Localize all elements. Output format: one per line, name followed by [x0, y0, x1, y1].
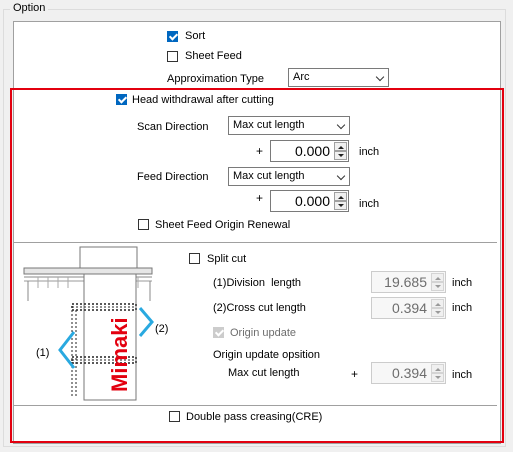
max-cut-unit-label: inch: [452, 369, 473, 381]
division-length-label: (1)Division length: [213, 277, 302, 289]
split-cut-label: Split cut: [207, 253, 247, 265]
scan-plus-sign: +: [256, 144, 264, 158]
spin-up-icon[interactable]: [431, 364, 444, 373]
max-cut-plus-sign: +: [351, 367, 359, 381]
feed-offset-spinbox[interactable]: 0.000: [270, 190, 349, 212]
max-cut-length-value: 0.394: [391, 365, 427, 381]
max-cut-length-label: Max cut length: [228, 367, 300, 379]
spin-down-icon[interactable]: [431, 373, 444, 382]
chevron-down-icon: [375, 72, 385, 82]
scan-unit-label: inch: [359, 146, 380, 158]
double-pass-creasing-checkbox[interactable]: [169, 411, 180, 422]
cross-cut-unit-label: inch: [452, 302, 473, 314]
diagram-label-2: (2): [155, 323, 168, 335]
feed-direction-label: Feed Direction: [137, 171, 209, 183]
scan-direction-mode: Max cut length: [233, 119, 305, 131]
approximation-type-label: Approximation Type: [167, 73, 265, 85]
feed-unit-label: inch: [359, 198, 380, 210]
division-length-value: 19.685: [384, 274, 427, 290]
division-unit-label: inch: [452, 277, 473, 289]
brand-logo: Mimaki: [107, 317, 132, 392]
section-divider-highlight: [14, 243, 497, 244]
scan-offset-spinbox[interactable]: 0.000: [270, 140, 349, 162]
chevron-down-icon: [336, 171, 346, 181]
spin-up-icon[interactable]: [334, 142, 347, 151]
max-cut-length-spinbox[interactable]: 0.394: [371, 362, 446, 384]
scan-direction-dropdown[interactable]: Max cut length: [228, 116, 350, 135]
chevron-down-icon: [336, 120, 346, 130]
spin-up-icon[interactable]: [431, 273, 444, 282]
spin-down-icon[interactable]: [431, 308, 444, 317]
origin-update-checkbox[interactable]: [213, 327, 224, 338]
sort-label: Sort: [185, 30, 206, 42]
sheet-feed-checkbox[interactable]: [167, 51, 178, 62]
split-cut-checkbox[interactable]: [189, 253, 200, 264]
feed-direction-dropdown[interactable]: Max cut length: [228, 167, 350, 186]
cross-cut-length-label: (2)Cross cut length: [213, 302, 306, 314]
spin-down-icon[interactable]: [431, 282, 444, 291]
origin-update-label: Origin update: [230, 327, 297, 339]
feed-direction-mode: Max cut length: [233, 170, 305, 182]
section-divider-highlight: [14, 406, 497, 407]
scan-direction-label: Scan Direction: [137, 121, 209, 133]
spin-up-icon[interactable]: [334, 192, 347, 201]
spin-up-icon[interactable]: [431, 299, 444, 308]
origin-update-position-label: Origin update opsition: [213, 349, 321, 361]
approximation-type-value: Arc: [293, 71, 310, 83]
cross-cut-length-value: 0.394: [391, 300, 427, 316]
group-title: Option: [10, 2, 49, 14]
diagram-label-1: (1): [36, 347, 49, 359]
sort-checkbox[interactable]: [167, 31, 178, 42]
sheet-feed-origin-renewal-label: Sheet Feed Origin Renewal: [155, 219, 291, 231]
head-withdrawal-label: Head withdrawal after cutting: [132, 94, 274, 106]
double-pass-creasing-label: Double pass creasing(CRE): [186, 411, 323, 423]
head-withdrawal-checkbox[interactable]: [116, 94, 127, 105]
spin-down-icon[interactable]: [334, 201, 347, 210]
split-cut-diagram: Mimaki (1) (2): [22, 246, 173, 402]
sheet-feed-origin-renewal-checkbox[interactable]: [138, 219, 149, 230]
division-length-spinbox[interactable]: 19.685: [371, 271, 446, 293]
feed-offset-value: 0.000: [294, 193, 330, 209]
scan-offset-value: 0.000: [294, 143, 330, 159]
approximation-type-dropdown[interactable]: Arc: [288, 68, 389, 87]
feed-plus-sign: +: [256, 191, 264, 205]
spin-down-icon[interactable]: [334, 151, 347, 160]
cross-cut-length-spinbox[interactable]: 0.394: [371, 297, 446, 319]
sheet-feed-label: Sheet Feed: [185, 50, 242, 62]
